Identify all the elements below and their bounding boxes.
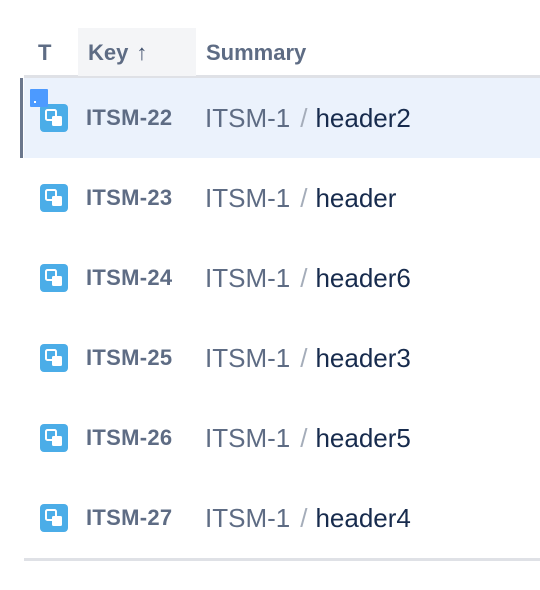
summary-link[interactable]: header4	[315, 503, 410, 533]
issue-key-link[interactable]: ITSM-27	[86, 478, 172, 558]
subtask-icon	[40, 504, 68, 532]
issue-key-link[interactable]: ITSM-24	[86, 238, 172, 318]
issue-key-link[interactable]: ITSM-26	[86, 398, 172, 478]
table-row[interactable]: ITSM-27 ITSM-1 /header4	[24, 478, 540, 558]
parent-issue-link[interactable]: ITSM-1	[205, 423, 290, 453]
breadcrumb-separator: /	[300, 503, 308, 533]
focus-marker	[30, 89, 48, 107]
parent-issue-link[interactable]: ITSM-1	[205, 183, 290, 213]
table-row[interactable]: ITSM-22 ITSM-1 /header2	[20, 78, 540, 158]
table-header: T Key ↑ Summary	[24, 0, 540, 78]
subtask-icon	[40, 184, 68, 212]
column-header-type[interactable]: T	[38, 28, 51, 76]
subtask-icon	[40, 264, 68, 292]
table-bottom-divider	[24, 558, 540, 561]
parent-issue-link[interactable]: ITSM-1	[205, 263, 290, 293]
issue-summary: ITSM-1 /header2	[205, 78, 411, 158]
table-row[interactable]: ITSM-23 ITSM-1 /header	[24, 158, 540, 238]
sort-ascending-icon: ↑	[136, 40, 148, 65]
parent-issue-link[interactable]: ITSM-1	[205, 103, 290, 133]
table-row[interactable]: ITSM-24 ITSM-1 /header6	[24, 238, 540, 318]
breadcrumb-separator: /	[300, 103, 308, 133]
summary-link[interactable]: header	[315, 183, 396, 213]
issue-summary: ITSM-1 /header6	[205, 238, 411, 318]
issue-key-link[interactable]: ITSM-25	[86, 318, 172, 398]
subtask-icon	[40, 424, 68, 452]
subtask-icon	[40, 344, 68, 372]
breadcrumb-separator: /	[300, 263, 308, 293]
issue-summary: ITSM-1 /header	[205, 158, 396, 238]
issue-key-link[interactable]: ITSM-22	[86, 78, 172, 158]
issue-summary: ITSM-1 /header5	[205, 398, 411, 478]
selection-indicator	[20, 78, 23, 158]
issue-key-link[interactable]: ITSM-23	[86, 158, 172, 238]
summary-link[interactable]: header5	[315, 423, 410, 453]
column-header-key-label: Key	[88, 40, 129, 65]
breadcrumb-separator: /	[300, 343, 308, 373]
column-header-key[interactable]: Key ↑	[78, 28, 196, 76]
issue-summary: ITSM-1 /header4	[205, 478, 411, 558]
summary-link[interactable]: header3	[315, 343, 410, 373]
subtask-icon	[40, 104, 68, 132]
breadcrumb-separator: /	[300, 423, 308, 453]
table-row[interactable]: ITSM-26 ITSM-1 /header5	[24, 398, 540, 478]
table-row[interactable]: ITSM-25 ITSM-1 /header3	[24, 318, 540, 398]
parent-issue-link[interactable]: ITSM-1	[205, 343, 290, 373]
issue-table: T Key ↑ Summary ITSM-22 ITSM-1/header2 IT…	[20, 0, 540, 561]
summary-link[interactable]: header2	[315, 103, 410, 133]
summary-link[interactable]: header6	[315, 263, 410, 293]
breadcrumb-separator: /	[300, 183, 308, 213]
column-header-summary[interactable]: Summary	[206, 28, 306, 76]
parent-issue-link[interactable]: ITSM-1	[205, 503, 290, 533]
issue-summary: ITSM-1 /header3	[205, 318, 411, 398]
